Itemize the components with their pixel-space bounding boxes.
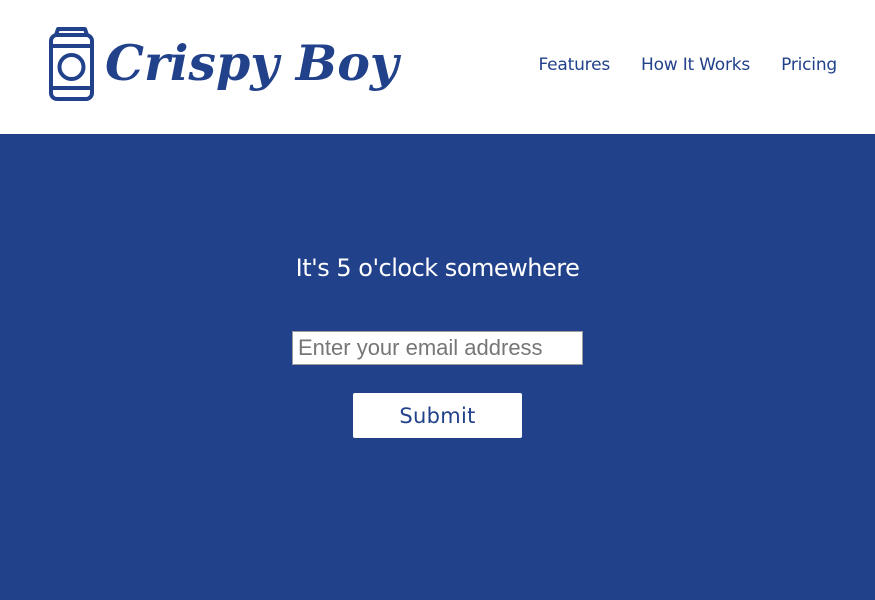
nav-link-pricing[interactable]: Pricing bbox=[781, 55, 837, 75]
site-header: Crispy Boy Features How It Works Pricing bbox=[0, 0, 875, 134]
brand-logo[interactable]: Crispy Boy bbox=[48, 26, 398, 104]
email-input[interactable] bbox=[292, 331, 583, 365]
nav-link-features[interactable]: Features bbox=[539, 55, 611, 75]
submit-button[interactable]: Submit bbox=[353, 393, 522, 438]
main-nav: Features How It Works Pricing bbox=[539, 55, 838, 75]
soda-can-icon bbox=[49, 27, 94, 101]
brand-name: Crispy Boy bbox=[105, 33, 399, 92]
nav-link-how-it-works[interactable]: How It Works bbox=[641, 55, 750, 75]
hero-title: It's 5 o'clock somewhere bbox=[295, 254, 580, 282]
hero-section: It's 5 o'clock somewhere Submit bbox=[0, 134, 875, 600]
